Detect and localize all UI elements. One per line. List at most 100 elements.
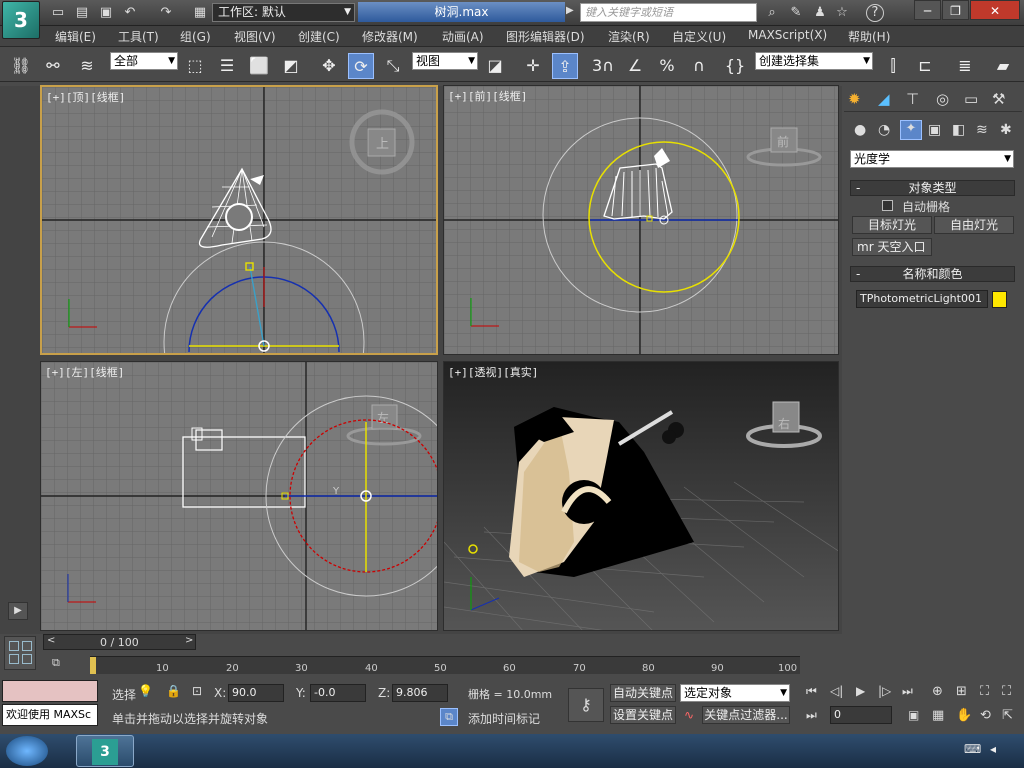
menu-tools[interactable]: 工具(T) — [118, 28, 159, 45]
viewport-front-label[interactable]: [+][前][线框] — [448, 88, 527, 104]
rotate-icon[interactable]: ⟳ — [348, 53, 374, 79]
key-mode-dropdown[interactable]: 选定对象 ▼ — [680, 684, 790, 702]
key-mode-toggle-icon[interactable]: ⏭ — [806, 708, 817, 723]
keyboard-icon[interactable]: ⌨ — [964, 742, 981, 756]
light-category-dropdown[interactable]: 光度学 ▼ — [850, 150, 1014, 168]
mirror-icon[interactable]: ⫿ — [880, 53, 906, 79]
subscription-icon[interactable]: ♟ — [810, 3, 830, 23]
current-frame-input[interactable]: 0 — [830, 706, 892, 724]
go-to-end-icon[interactable]: ⏭ — [902, 684, 913, 699]
create-tab-icon[interactable]: ✹ — [848, 90, 861, 108]
align-icon[interactable]: ⊏ — [912, 53, 938, 79]
time-slider-thumb[interactable] — [90, 657, 96, 674]
time-next-icon[interactable]: > — [185, 635, 193, 646]
systems-icon[interactable]: ✱ — [1000, 122, 1012, 138]
maximize-viewport-icon[interactable]: ⇱ — [1002, 708, 1013, 723]
taskbar-3dsmax[interactable]: 3 — [76, 735, 134, 767]
selection-lock-icon[interactable]: 🔒 — [166, 684, 181, 698]
z-coordinate-input[interactable]: 9.806 — [392, 684, 448, 702]
select-manipulate-icon[interactable]: ✛ — [520, 53, 546, 79]
set-key-button[interactable]: 设置关键点 — [610, 706, 676, 724]
time-tag-icon[interactable]: ⧉ — [440, 708, 458, 726]
search-input[interactable]: 键入关键字或短语 — [580, 3, 757, 22]
zoom-extents-icon[interactable]: ⛶ — [980, 684, 989, 699]
edit-named-selection-icon[interactable]: {} — [722, 53, 748, 79]
restore-button[interactable]: ❐ — [942, 0, 969, 20]
absolute-mode-icon[interactable]: ⊡ — [192, 684, 202, 698]
open-file-icon[interactable]: ▤ — [72, 3, 92, 23]
keyboard-shortcut-override-icon[interactable]: ⇪ — [552, 53, 578, 79]
object-type-rollout[interactable]: - 对象类型 — [850, 180, 1015, 196]
time-prev-icon[interactable]: < — [47, 635, 55, 646]
free-light-button[interactable]: 自由灯光 — [934, 216, 1014, 234]
redo-icon[interactable]: ↷ — [156, 3, 176, 23]
layer-manager-icon[interactable]: ≣ — [952, 53, 978, 79]
menu-graph-editors[interactable]: 图形编辑器(D) — [506, 28, 585, 45]
x-coordinate-input[interactable]: 90.0 — [228, 684, 284, 702]
pan-view-icon[interactable]: ✋ — [956, 708, 972, 723]
maxscript-listener-pink[interactable] — [2, 680, 98, 702]
menu-animation[interactable]: 动画(A) — [442, 28, 484, 45]
key-filters-button[interactable]: 关键点过滤器... — [702, 706, 790, 724]
auto-key-button[interactable]: 自动关键点 — [610, 684, 676, 702]
viewport-perspective[interactable]: [+][透视][真实] 右 — [443, 361, 839, 631]
orbit-icon[interactable]: ⟲ — [980, 708, 991, 723]
window-crossing-icon[interactable]: ◩ — [278, 53, 304, 79]
previous-frame-icon[interactable]: ◁| — [830, 684, 843, 698]
start-button[interactable] — [6, 736, 48, 766]
viewport-top-label[interactable]: [+][顶][线框] — [46, 89, 125, 105]
menu-create[interactable]: 创建(C) — [298, 28, 340, 45]
selection-filter-dropdown[interactable]: 全部 ▼ — [110, 52, 178, 70]
viewport-front[interactable]: [+][前][线框] 前 — [443, 85, 839, 355]
new-file-icon[interactable]: ▭ — [48, 3, 68, 23]
timeline-track[interactable]: 10 20 30 40 50 60 70 80 90 100 — [90, 656, 800, 674]
scale-icon[interactable]: ⤡ — [380, 53, 406, 79]
shapes-icon[interactable]: ◔ — [878, 122, 890, 138]
close-button[interactable]: ✕ — [970, 0, 1020, 20]
go-to-start-icon[interactable]: ⏮ — [806, 684, 817, 699]
time-slider[interactable]: < 0 / 100 > — [43, 634, 196, 650]
zoom-icon[interactable]: ⊕ — [932, 684, 943, 699]
geometry-icon[interactable]: ● — [854, 122, 866, 138]
select-by-name-icon[interactable]: ☰ — [214, 53, 240, 79]
key-filters-icon[interactable]: ∿ — [684, 708, 694, 722]
move-icon[interactable]: ✥ — [316, 53, 342, 79]
viewport-left-label[interactable]: [+][左][线框] — [45, 364, 124, 380]
target-light-button[interactable]: 目标灯光 — [852, 216, 932, 234]
object-name-input[interactable]: TPhotometricLight001 — [856, 290, 988, 308]
maxscript-listener-white[interactable]: 欢迎使用 MAXSc — [2, 704, 98, 726]
next-frame-icon[interactable]: |▷ — [878, 684, 891, 698]
favorites-star-icon[interactable]: ☆ — [832, 3, 852, 23]
menu-modifiers[interactable]: 修改器(M) — [362, 28, 418, 45]
reference-coordinate-dropdown[interactable]: 视图 ▼ — [412, 52, 478, 70]
minimize-button[interactable]: ─ — [914, 0, 941, 20]
menu-views[interactable]: 视图(V) — [234, 28, 276, 45]
viewport-top[interactable]: [+][顶][线框] 上 — [40, 85, 438, 355]
pivot-center-icon[interactable]: ◪ — [482, 53, 508, 79]
space-warps-icon[interactable]: ≋ — [976, 122, 988, 138]
named-selection-dropdown[interactable]: 创建选择集 ▼ — [755, 52, 873, 70]
cameras-icon[interactable]: ▣ — [928, 122, 941, 138]
select-object-icon[interactable]: ⬚ — [182, 53, 208, 79]
set-keys-key-icon[interactable]: ⚷ — [568, 688, 604, 722]
help-icon[interactable]: ? — [866, 4, 884, 22]
unlink-icon[interactable]: ⚯ — [40, 53, 66, 79]
menu-maxscript[interactable]: MAXScript(X) — [748, 28, 827, 42]
graphite-modeling-icon[interactable]: ▰ — [990, 53, 1016, 79]
motion-tab-icon[interactable]: ◎ — [936, 90, 949, 108]
angle-snap-icon[interactable]: ∠ — [622, 53, 648, 79]
undo-icon[interactable]: ↶ — [120, 3, 140, 23]
viewport-layout-icon[interactable] — [4, 636, 36, 670]
snap-toggle-icon[interactable]: 3∩ — [590, 53, 616, 79]
name-color-rollout[interactable]: - 名称和颜色 — [850, 266, 1015, 282]
menu-edit[interactable]: 编辑(E) — [55, 28, 96, 45]
communication-icon[interactable]: ✎ — [786, 3, 806, 23]
volume-icon[interactable]: ◂ — [990, 742, 996, 756]
app-logo[interactable]: 3 — [2, 1, 40, 39]
play-icon[interactable]: ▶ — [856, 684, 865, 698]
viewport-left[interactable]: [+][左][线框] 左 Y — [40, 361, 438, 631]
isolate-selection-icon[interactable]: 💡 — [138, 684, 153, 698]
menu-help[interactable]: 帮助(H) — [848, 28, 890, 45]
rectangular-selection-icon[interactable]: ⬜ — [246, 53, 272, 79]
binoculars-icon[interactable]: ⌕ — [762, 3, 782, 23]
